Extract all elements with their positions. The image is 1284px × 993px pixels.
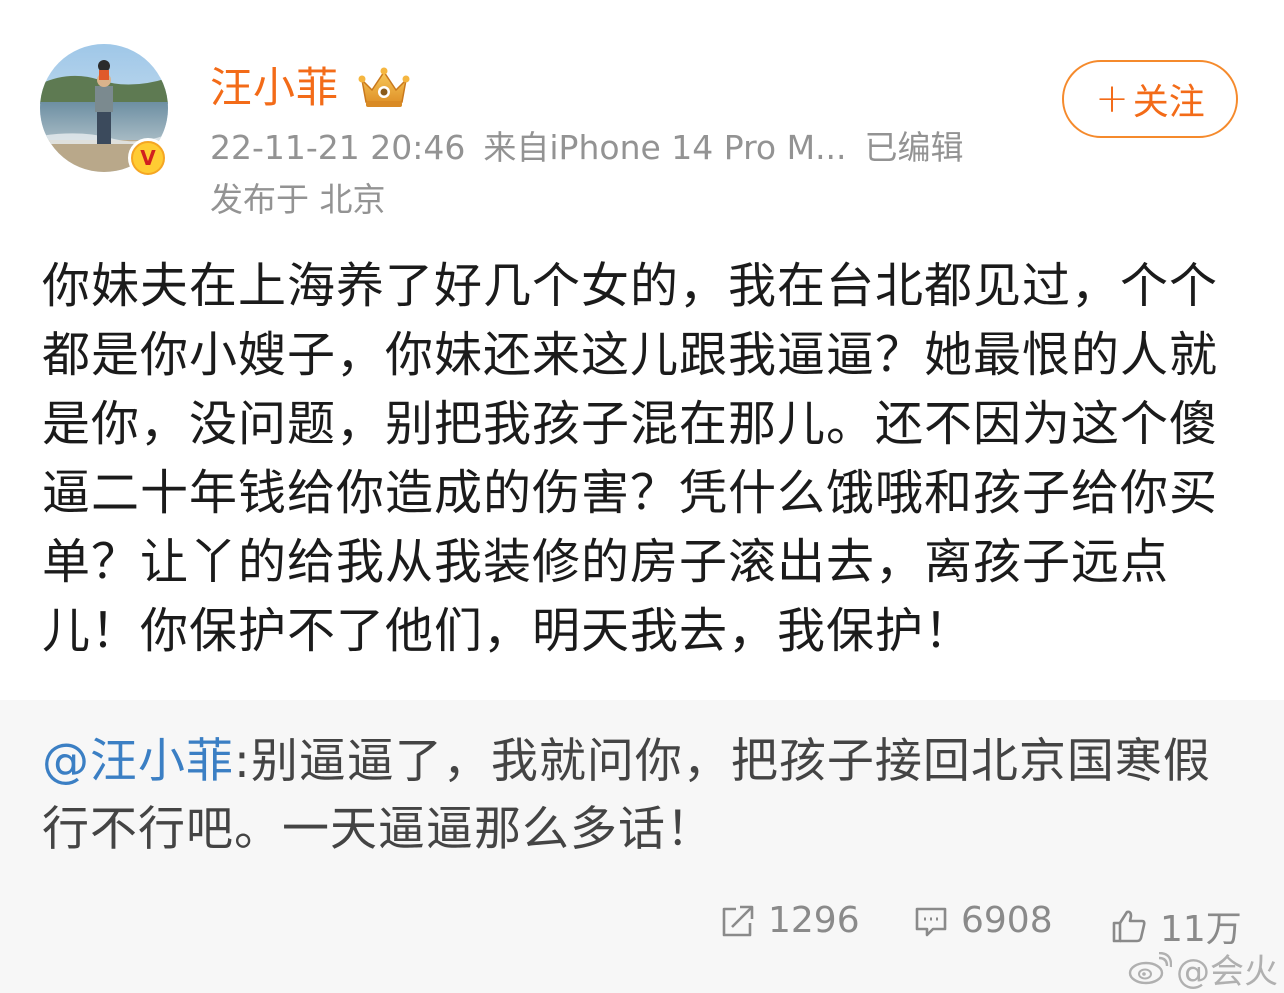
post-header: V 汪小菲 22-11-21 20:46 来自iPhone 14 Pro M...… (0, 0, 1284, 230)
retweet-text: @汪小菲:别逼逼了，我就问你，把孩子接回北京国寒假行不行吧。一天逼逼那么多话！ (42, 728, 1232, 864)
follow-label: 关注 (1132, 82, 1205, 123)
edited-label[interactable]: 已编辑 (865, 128, 964, 167)
comment-icon (915, 907, 947, 936)
crown-icon[interactable] (358, 66, 410, 110)
plus-icon: + (1095, 76, 1129, 122)
weibo-post-page: V 汪小菲 22-11-21 20:46 来自iPhone 14 Pro M...… (0, 0, 1284, 993)
comment-count: 6908 (961, 900, 1053, 941)
verified-badge: V (128, 138, 168, 178)
repost-button[interactable]: 1296 (720, 900, 860, 941)
action-bar: 1296 6908 11万 (0, 900, 1284, 950)
repost-icon (722, 905, 754, 936)
post-timestamp: 22-11-21 20:46 (210, 128, 466, 167)
weibo-logo-icon (1128, 951, 1172, 984)
watermark: @会火 (1128, 944, 1278, 993)
watermark-text: @会火 (1176, 952, 1278, 992)
like-icon (1112, 910, 1146, 943)
mention-link[interactable]: @汪小菲 (42, 734, 234, 789)
retweet-box[interactable]: @汪小菲:别逼逼了，我就问你，把孩子接回北京国寒假行不行吧。一天逼逼那么多话！ … (0, 700, 1284, 993)
post-source[interactable]: 来自iPhone 14 Pro M... (483, 128, 846, 167)
repost-count: 1296 (768, 900, 860, 941)
verified-mark: V (133, 143, 163, 173)
post-location: 发布于 北京 (210, 180, 386, 219)
post-meta: 22-11-21 20:46 来自iPhone 14 Pro M... 已编辑 (210, 126, 982, 170)
follow-button[interactable]: + 关注 (1062, 60, 1238, 138)
comment-button[interactable]: 6908 (913, 900, 1053, 941)
avatar-wrapper[interactable]: V (40, 44, 170, 178)
username[interactable]: 汪小菲 (210, 62, 339, 114)
post-body: 你妹夫在上海养了好几个女的，我在台北都见过，个个都是你小嫂子，你妹还来这儿跟我逼… (42, 258, 1219, 659)
